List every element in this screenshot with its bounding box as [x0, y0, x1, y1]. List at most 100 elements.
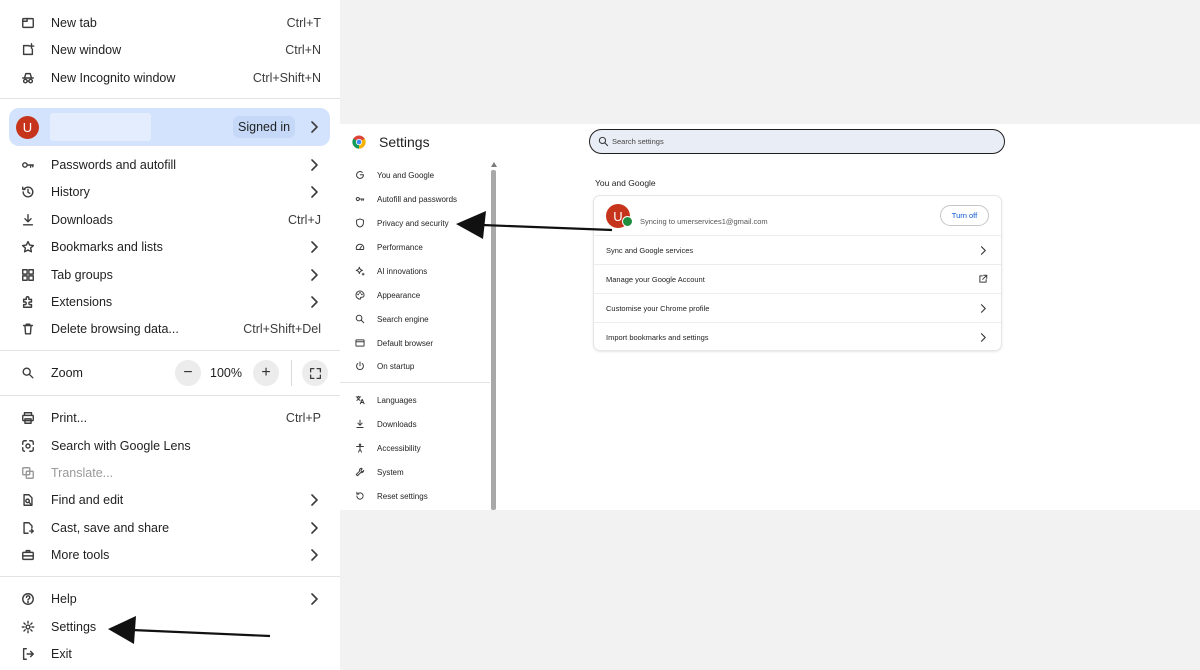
menu-item-extensions[interactable]: Extensions [0, 288, 340, 315]
chevron-right-icon [311, 548, 318, 561]
zoom-label: Zoom [51, 365, 83, 380]
row-customise-chrome-profile[interactable]: Customise your Chrome profile [594, 293, 1001, 322]
chevron-right-icon [311, 121, 318, 133]
sync-status-text: Syncing to umerservices1@gmail.com [640, 217, 768, 226]
speedometer-icon [354, 242, 365, 253]
chevron-right-icon [311, 240, 318, 253]
chevron-right-icon [311, 521, 318, 534]
nav-item-on-startup[interactable]: On startup [340, 355, 490, 377]
chevron-right-icon [311, 158, 318, 171]
nav-item-privacy-security[interactable]: Privacy and security [340, 212, 490, 234]
row-label: Sync and Google services [606, 245, 694, 255]
menu-item-label: Extensions [51, 294, 113, 309]
menu-item-label: Exit [51, 646, 72, 661]
menu-item-more-tools[interactable]: More tools [0, 541, 340, 568]
fullscreen-button[interactable] [302, 360, 328, 386]
nav-item-label: Privacy and security [377, 218, 449, 228]
nav-item-default-browser[interactable]: Default browser [340, 332, 490, 354]
nav-item-downloads[interactable]: Downloads [340, 413, 490, 435]
nav-item-you-and-google[interactable]: You and Google [340, 164, 490, 186]
nav-item-search-engine[interactable]: Search engine [340, 308, 490, 330]
new-window-icon [20, 42, 36, 58]
nav-scrollbar[interactable] [491, 162, 497, 510]
menu-item-settings[interactable]: Settings [0, 613, 340, 640]
zoom-in-button[interactable]: + [253, 360, 279, 386]
nav-item-ai-innovations[interactable]: AI innovations [340, 260, 490, 282]
nav-item-languages[interactable]: Languages [340, 389, 490, 411]
nav-item-performance[interactable]: Performance [340, 236, 490, 258]
search-input[interactable] [612, 133, 992, 150]
row-manage-google-account[interactable]: Manage your Google Account [594, 264, 1001, 293]
menu-item-tab-groups[interactable]: Tab groups [0, 261, 340, 288]
gear-icon [20, 619, 36, 635]
row-label: Import bookmarks and settings [606, 332, 709, 342]
menu-item-passwords[interactable]: Passwords and autofill [0, 151, 340, 178]
menu-item-shortcut: Ctrl+Shift+Del [243, 321, 321, 336]
menu-item-shortcut: Ctrl+N [285, 42, 321, 57]
history-icon [20, 184, 36, 200]
menu-separator [0, 98, 340, 99]
menu-item-find-and-edit[interactable]: Find and edit [0, 486, 340, 513]
menu-item-label: Passwords and autofill [51, 157, 177, 172]
exit-icon [20, 646, 36, 662]
settings-search-box[interactable] [589, 129, 1005, 154]
menu-item-label: Cast, save and share [51, 520, 170, 535]
menu-item-delete-browsing-data[interactable]: Delete browsing data... Ctrl+Shift+Del [0, 315, 340, 342]
nav-item-autofill[interactable]: Autofill and passwords [340, 188, 490, 210]
menu-item-label: Downloads [51, 212, 113, 227]
signed-in-badge: Signed in [233, 116, 296, 138]
nav-item-label: Downloads [377, 419, 417, 429]
profile-row[interactable]: U Signed in [9, 108, 330, 146]
chevron-right-icon [311, 268, 318, 281]
profile-name-redacted [50, 113, 151, 141]
nav-item-label: On startup [377, 361, 415, 371]
scroll-up-arrow-icon[interactable] [491, 162, 497, 167]
menu-item-print[interactable]: Print... Ctrl+P [0, 404, 340, 431]
menu-item-history[interactable]: History [0, 178, 340, 205]
menu-item-new-tab[interactable]: New tab Ctrl+T [0, 9, 340, 36]
section-title: You and Google [595, 178, 656, 188]
settings-page: Settings You and Google Autofill and pas… [340, 124, 1200, 510]
zoom-divider [291, 360, 292, 386]
menu-item-new-incognito[interactable]: New Incognito window Ctrl+Shift+N [0, 64, 340, 91]
turn-off-sync-button[interactable]: Turn off [940, 205, 989, 226]
menu-item-bookmarks[interactable]: Bookmarks and lists [0, 233, 340, 260]
row-label: Customise your Chrome profile [606, 303, 710, 313]
menu-item-shortcut: Ctrl+T [286, 15, 321, 30]
menu-item-label: Print... [51, 410, 88, 425]
zoom-icon [20, 365, 36, 381]
new-tab-icon [20, 15, 36, 31]
wrench-icon [354, 467, 365, 478]
nav-item-label: Search engine [377, 314, 429, 324]
menu-item-exit[interactable]: Exit [0, 640, 340, 667]
menu-separator [0, 395, 340, 396]
chrome-main-menu: New tab Ctrl+T New window Ctrl+N New Inc… [0, 0, 340, 670]
translate-icon [354, 395, 365, 406]
nav-item-system[interactable]: System [340, 461, 490, 483]
nav-item-label: You and Google [377, 170, 435, 180]
nav-item-label: Languages [377, 395, 417, 405]
you-and-google-card: U Syncing to umerservices1@gmail.com Tur… [594, 196, 1001, 350]
menu-item-google-lens[interactable]: Search with Google Lens [0, 432, 340, 459]
nav-item-reset-settings[interactable]: Reset settings [340, 485, 490, 507]
accessibility-icon [354, 443, 365, 454]
menu-separator [0, 350, 340, 351]
avatar: U [16, 116, 39, 139]
menu-item-zoom: Zoom [0, 359, 340, 386]
nav-item-label: Appearance [377, 290, 421, 300]
menu-item-shortcut: Ctrl+Shift+N [252, 70, 321, 85]
menu-item-downloads[interactable]: Downloads Ctrl+J [0, 206, 340, 233]
nav-item-accessibility[interactable]: Accessibility [340, 437, 490, 459]
scrollbar-thumb[interactable] [491, 170, 496, 510]
menu-item-label: Search with Google Lens [51, 438, 191, 453]
menu-item-cast-save-share[interactable]: Cast, save and share [0, 514, 340, 541]
nav-item-appearance[interactable]: Appearance [340, 284, 490, 306]
row-sync-google-services[interactable]: Sync and Google services [594, 235, 1001, 264]
help-icon [20, 591, 36, 607]
menu-item-help[interactable]: Help [0, 585, 340, 612]
row-import-bookmarks-settings[interactable]: Import bookmarks and settings [594, 322, 1001, 351]
menu-item-new-window[interactable]: New window Ctrl+N [0, 36, 340, 63]
zoom-out-button[interactable]: − [175, 360, 201, 386]
external-link-icon [979, 274, 988, 283]
page-title: Settings [379, 134, 430, 150]
